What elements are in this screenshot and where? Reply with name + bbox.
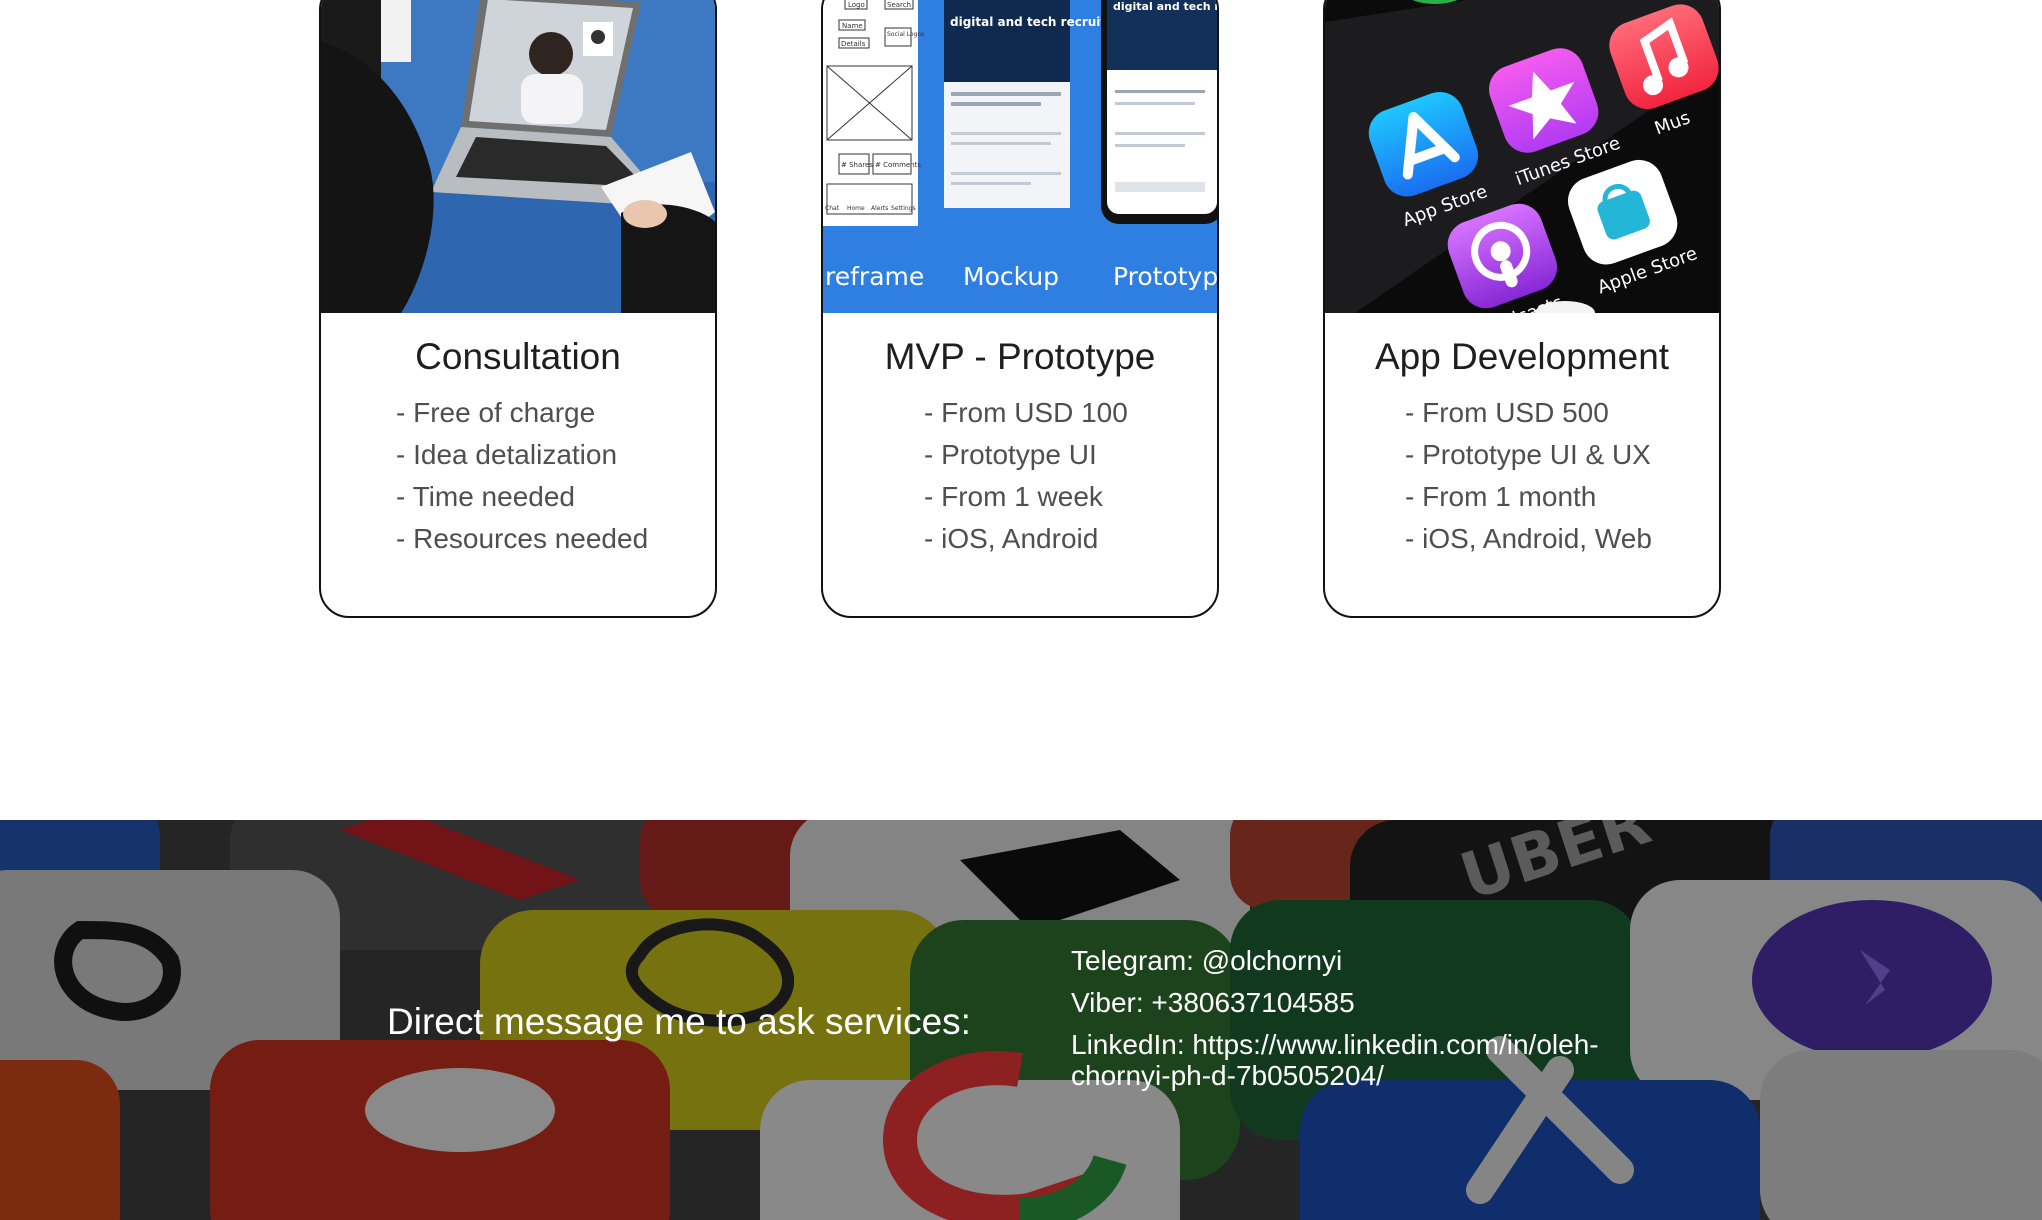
linkedin-contact[interactable]: LinkedIn: https://www.linkedin.com/in/ol… [1071, 1029, 1631, 1091]
card-title: App Development [1374, 336, 1670, 377]
list-item: - Free of charge [396, 397, 596, 428]
list-item: - Prototype UI & UX [1405, 439, 1651, 470]
list-item: - iOS, Android, Web [1405, 523, 1652, 554]
footer-dim-overlay [0, 820, 2042, 1220]
service-card-app-development: App Store iTunes Store Mus Apple Store A… [1323, 0, 1721, 618]
list-item: - Resources needed [396, 523, 649, 554]
list-item: - Time needed [396, 481, 575, 512]
consultation-photo [321, 0, 715, 313]
viber-contact[interactable]: Viber: +380637104585 [1071, 987, 1631, 1018]
svg-text:Prototype: Prototype [1113, 262, 1217, 291]
list-item: - From 1 month [1405, 481, 1597, 512]
svg-text:Details: Details [841, 40, 866, 48]
svg-text:# Shares: # Shares [841, 161, 873, 169]
svg-text:Settings: Settings [891, 205, 916, 212]
service-card-consultation: Consultation - Free of charge - Idea det… [319, 0, 717, 618]
app-icons-photo: App Store iTunes Store Mus Apple Store [1325, 0, 1719, 313]
telegram-contact[interactable]: Telegram: @olchornyi [1071, 945, 1631, 976]
svg-text:Logo: Logo [848, 1, 865, 9]
svg-text:Name: Name [842, 22, 863, 30]
card-title: MVP - Prototype [884, 336, 1156, 377]
list-item: - iOS, Android [924, 523, 1099, 554]
svg-text:reframe: reframe [825, 262, 924, 291]
svg-text:digital and tech recruitment: digital and tech recruitment [1113, 0, 1217, 13]
svg-text:Chat: Chat [825, 205, 840, 212]
card-title: Consultation [415, 336, 621, 377]
svg-text:Mockup: Mockup [963, 262, 1059, 291]
svg-text:Social Logos: Social Logos [887, 31, 924, 38]
service-card-mvp-prototype: Logo Search Name Social Logos Details # … [821, 0, 1219, 618]
phone-prototype: digital and tech recruitment [1101, 0, 1217, 224]
list-item: - Prototype UI [924, 439, 1097, 470]
feature-list: - Free of charge - Idea detalization - T… [396, 392, 648, 560]
wireframe-sketch: Logo Search Name Social Logos Details # … [823, 0, 924, 226]
svg-text:Home: Home [847, 205, 865, 212]
contact-footer: UBER [0, 820, 2042, 1220]
prototype-stages-image: Logo Search Name Social Logos Details # … [823, 0, 1217, 313]
feature-list: - From USD 500 - Prototype UI & UX - Fro… [1405, 392, 1652, 560]
list-item: - Idea detalization [396, 439, 618, 470]
svg-text:Alerts: Alerts [871, 205, 888, 212]
svg-text:# Comments: # Comments [875, 161, 921, 169]
list-item: - From 1 week [924, 481, 1103, 512]
list-item: - From USD 500 [1405, 397, 1609, 428]
list-item: - From USD 100 [924, 397, 1128, 428]
contact-call-to-action: Direct message me to ask services: [387, 1001, 971, 1042]
feature-list: - From USD 100 - Prototype UI - From 1 w… [924, 392, 1128, 560]
svg-text:Search: Search [887, 1, 911, 9]
contact-details: Telegram: @olchornyi Viber: +38063710458… [1071, 945, 1631, 1102]
